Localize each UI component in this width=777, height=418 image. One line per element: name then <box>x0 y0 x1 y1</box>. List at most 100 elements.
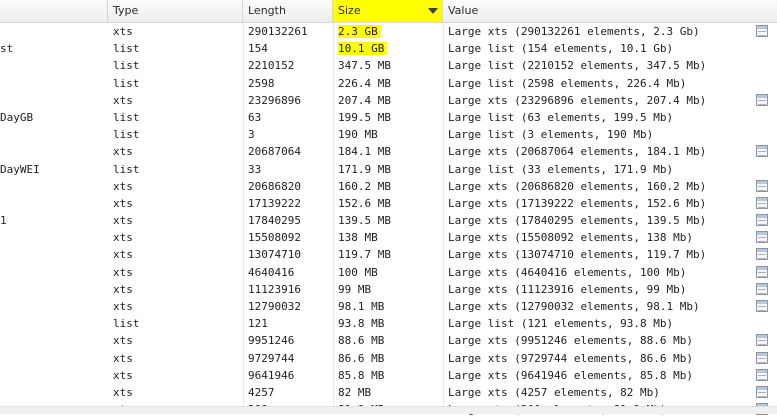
cell-length-text: 12790032 <box>248 300 301 313</box>
cell-type: xts <box>113 281 238 298</box>
cell-type: xts <box>113 23 238 40</box>
table-row[interactable]: xts 15508092 138 MB Large xts (15508092 ele… <box>0 229 777 246</box>
table-row[interactable]: xts 17139222 152.6 MB Large xts (17139222 e… <box>0 195 777 212</box>
cell-length-text: 11123916 <box>248 282 301 296</box>
cell-value: Large xts (12790032 elements, 98.1 Mb) <box>448 298 748 315</box>
cell-value-text: Large xts (17840295 elements, 139.5 Mb) <box>448 214 707 228</box>
column-header-size[interactable]: Size <box>333 0 443 22</box>
table-view-icon[interactable] <box>756 145 768 158</box>
table-view-icon[interactable] <box>756 231 768 244</box>
table-row[interactable]: xts 20687064 184.1 MB Large xts (20687064 e… <box>0 143 777 160</box>
cell-value-text: Large xts (9641946 elements, 85.8 Mb) <box>448 368 694 382</box>
table-row[interactable]: xts 23296896 207.4 MB Large xts (23296896 e… <box>0 92 777 109</box>
table-row[interactable]: xts 290132261 2.3 GB Large xts (290132261 e… <box>0 23 777 40</box>
cell-name <box>0 92 105 109</box>
cell-name: DayWEI <box>0 161 105 178</box>
cell-length-text: 20686820 <box>248 179 301 193</box>
cell-length-text: 15508092 <box>248 231 301 245</box>
table-row[interactable]: xts 4640416 100 MB Large xts (4640416 eleme… <box>0 264 777 281</box>
table-view-icon[interactable] <box>756 179 768 192</box>
cell-value-text: Large xts (23296896 elements, 207.4 Mb) <box>448 93 707 107</box>
table-row[interactable]: list 2598 226.4 MB Large list (2598 element… <box>0 75 777 92</box>
cell-type: xts <box>113 332 238 349</box>
table-view-icon[interactable] <box>756 385 768 398</box>
cell-type: list <box>113 40 238 57</box>
column-header-size-label: Size <box>338 4 361 17</box>
cell-size-text: 139.5 MB <box>338 214 391 228</box>
cell-size-text: 88.6 MB <box>338 334 385 348</box>
table-row[interactable]: 1 xts 17840295 139.5 MB Large xts (17840295 … <box>0 212 777 229</box>
table-view-icon[interactable] <box>756 334 768 347</box>
cell-size: 99 MB <box>338 281 438 298</box>
cell-length: 20687064 <box>248 143 334 160</box>
table-row[interactable]: xts 12790032 98.1 MB Large xts (12790032 el… <box>0 298 777 315</box>
cell-size-text: 347.5 MB <box>338 59 391 73</box>
cell-length: 23296896 <box>248 92 334 109</box>
cell-value-text: Large list (3 elements, 190 Mb) <box>448 128 654 142</box>
table-row[interactable]: xts 9641946 85.8 MB Large xts (9641946 elem… <box>0 367 777 384</box>
table-view-icon[interactable] <box>756 248 768 261</box>
cell-length-text: 121 <box>248 317 268 331</box>
cell-type-text: xts <box>113 282 133 296</box>
cell-type: xts <box>113 143 238 160</box>
table-row[interactable]: list 3 190 MB Large list (3 elements, 190 M… <box>0 126 777 143</box>
table-row[interactable]: DayWEI list 33 171.9 MB Large list (33 eleme… <box>0 161 777 178</box>
cell-length-text: 9951246 <box>248 334 295 348</box>
cell-size-text: 93.8 MB <box>338 317 385 331</box>
cell-type: list <box>113 161 238 178</box>
table-view-icon[interactable] <box>756 282 768 295</box>
table-view-icon[interactable] <box>756 196 768 209</box>
table-view-icon[interactable] <box>756 214 768 227</box>
cell-type-text: xts <box>113 248 133 262</box>
cell-type-text: xts <box>113 385 133 399</box>
cell-size-text: 10.1 GB <box>338 42 388 56</box>
table-view-icon[interactable] <box>756 368 768 381</box>
table-view-icon[interactable] <box>756 93 768 106</box>
table-row[interactable]: xts 13074710 119.7 MB Large xts (13074710 e… <box>0 246 777 263</box>
cell-length-text: 13074710 <box>248 248 301 262</box>
cell-type-text: xts <box>113 196 133 210</box>
cell-value-text: Large xts (290132261 elements, 2.3 Gb) <box>448 25 700 38</box>
cell-size: 93.8 MB <box>338 315 438 332</box>
cell-value: Large list (63 elements, 199.5 Mb) <box>448 109 748 126</box>
cell-value-text: Large xts (20686820 elements, 160.2 Mb) <box>448 179 707 193</box>
table-view-icon[interactable] <box>756 25 768 37</box>
column-header-row: Type Length Size Value <box>0 0 777 23</box>
table-row[interactable]: DayGB list 63 199.5 MB Large list (63 elemen… <box>0 109 777 126</box>
table-row[interactable]: xts 9951246 88.6 MB Large xts (9951246 elem… <box>0 332 777 349</box>
cell-value-text: Large list (154 elements, 10.1 Gb) <box>448 42 674 56</box>
cell-name <box>0 281 105 298</box>
column-header-name[interactable] <box>0 0 108 22</box>
cell-size: 10.1 GB <box>338 40 438 57</box>
cell-name <box>0 298 105 315</box>
cell-size: 171.9 MB <box>338 161 438 178</box>
column-header-type[interactable]: Type <box>108 0 243 22</box>
cell-name <box>0 126 105 143</box>
table-row[interactable]: xts 20686820 160.2 MB Large xts (20686820 e… <box>0 178 777 195</box>
cell-length: 17840295 <box>248 212 334 229</box>
cell-size: 82 MB <box>338 384 438 401</box>
table-row[interactable]: xts 9729744 86.6 MB Large xts (9729744 elem… <box>0 350 777 367</box>
table-row[interactable]: st list 154 10.1 GB Large list (154 elements… <box>0 40 777 57</box>
cell-length-text: 3 <box>248 128 255 142</box>
table-row[interactable]: list 2210152 347.5 MB Large list (2210152 e… <box>0 57 777 74</box>
table-row[interactable]: xts 11123916 99 MB Large xts (11123916 elem… <box>0 281 777 298</box>
cell-name-text: st <box>0 42 14 56</box>
table-view-icon[interactable] <box>756 351 768 364</box>
cell-length: 12790032 <box>248 298 334 315</box>
column-header-length[interactable]: Length <box>243 0 333 22</box>
table-row[interactable]: list 121 93.8 MB Large list (121 elements, … <box>0 315 777 332</box>
table-view-icon[interactable] <box>756 265 768 278</box>
cell-name <box>0 367 105 384</box>
cell-value-text: Large xts (9951246 elements, 88.6 Mb) <box>448 334 694 348</box>
table-view-icon[interactable] <box>756 300 768 312</box>
cell-name <box>0 143 105 160</box>
cell-length: 121 <box>248 315 334 332</box>
cell-value-text: Large list (2598 elements, 226.4 Mb) <box>448 76 687 90</box>
cell-value: Large xts (17139222 elements, 152.6 Mb) <box>448 195 748 212</box>
cell-size: 86.6 MB <box>338 350 438 367</box>
cell-length-text: 290132261 <box>248 25 308 38</box>
cell-size: 184.1 MB <box>338 143 438 160</box>
table-row[interactable]: xts 4257 82 MB Large xts (4257 elements, 82… <box>0 384 777 401</box>
column-header-value[interactable]: Value <box>443 0 777 22</box>
